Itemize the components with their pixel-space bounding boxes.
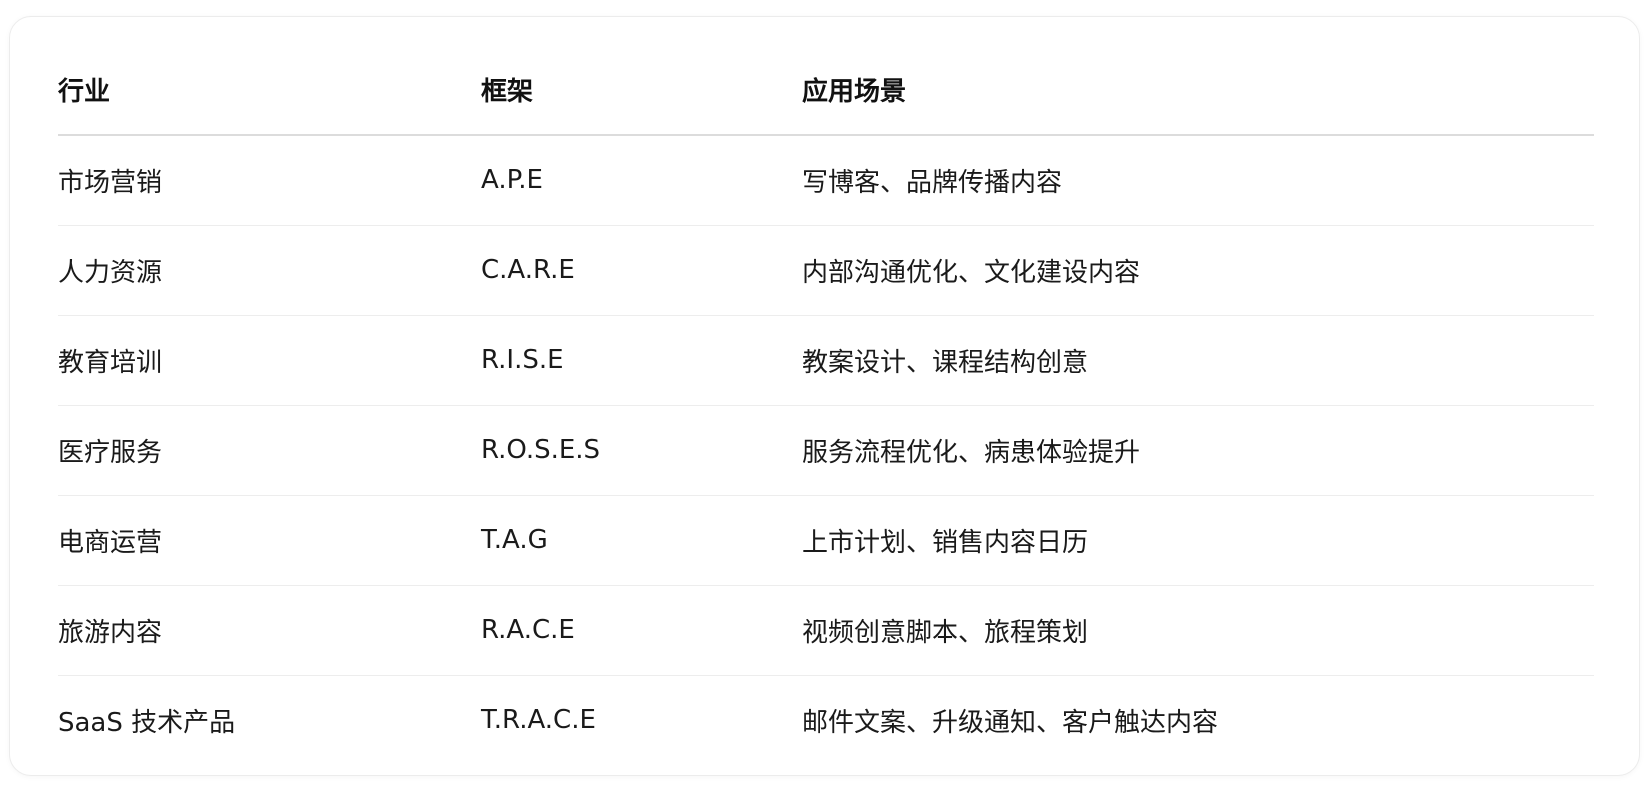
cell-scenario: 邮件文案、升级通知、客户触达内容 — [802, 707, 1219, 738]
table-row: 医疗服务 R.O.S.E.S 服务流程优化、病患体验提升 — [58, 405, 1594, 496]
table-row: 市场营销 A.P.E 写博客、品牌传播内容 — [58, 135, 1594, 226]
table-row: 教育培训 R.I.S.E 教案设计、课程结构创意 — [58, 315, 1594, 406]
cell-scenario: 上市计划、销售内容日历 — [802, 495, 1594, 586]
cell-framework: C.A.R.E — [481, 225, 802, 316]
cell-scenario: 写博客、品牌传播内容 — [802, 135, 1594, 226]
table-header-row: 行业 框架 应用场景 — [58, 46, 1594, 136]
header-framework: 框架 — [481, 46, 802, 136]
table-card: 行业 框架 应用场景 市场营销 A.P.E 写博客、品牌传播内容 人力资源 C.… — [9, 16, 1640, 776]
table-row: 电商运营 T.A.G 上市计划、销售内容日历 — [58, 495, 1594, 586]
table-row: 人力资源 C.A.R.E 内部沟通优化、文化建设内容 — [58, 225, 1594, 316]
cell-framework: R.O.S.E.S — [481, 405, 802, 496]
cell-industry: 人力资源 — [58, 225, 481, 316]
cell-industry: SaaS 技术产品 — [58, 707, 236, 738]
cell-industry: 电商运营 — [58, 495, 481, 586]
cell-industry: 市场营销 — [58, 135, 481, 226]
cell-framework: A.P.E — [481, 135, 802, 226]
cell-industry: 旅游内容 — [58, 585, 481, 676]
cell-framework: R.A.C.E — [481, 585, 802, 676]
table-row: SaaS 技术产品 T.R.A.C.E 邮件文案、升级通知、客户触达内容 — [58, 675, 1594, 765]
cell-framework: R.I.S.E — [481, 315, 802, 406]
cell-scenario: 内部沟通优化、文化建设内容 — [802, 225, 1594, 316]
cell-scenario: 视频创意脚本、旅程策划 — [802, 585, 1594, 676]
table-row: 旅游内容 R.A.C.E 视频创意脚本、旅程策划 — [58, 585, 1594, 676]
framework-table: 行业 框架 应用场景 市场营销 A.P.E 写博客、品牌传播内容 人力资源 C.… — [58, 46, 1594, 765]
cell-scenario: 教案设计、课程结构创意 — [802, 315, 1594, 406]
header-scenario: 应用场景 — [802, 46, 1594, 136]
cell-industry: 医疗服务 — [58, 405, 481, 496]
cell-framework: T.R.A.C.E — [481, 705, 596, 736]
cell-framework: T.A.G — [481, 495, 802, 586]
cell-industry: 教育培训 — [58, 315, 481, 406]
header-industry: 行业 — [58, 46, 481, 136]
cell-scenario: 服务流程优化、病患体验提升 — [802, 405, 1594, 496]
